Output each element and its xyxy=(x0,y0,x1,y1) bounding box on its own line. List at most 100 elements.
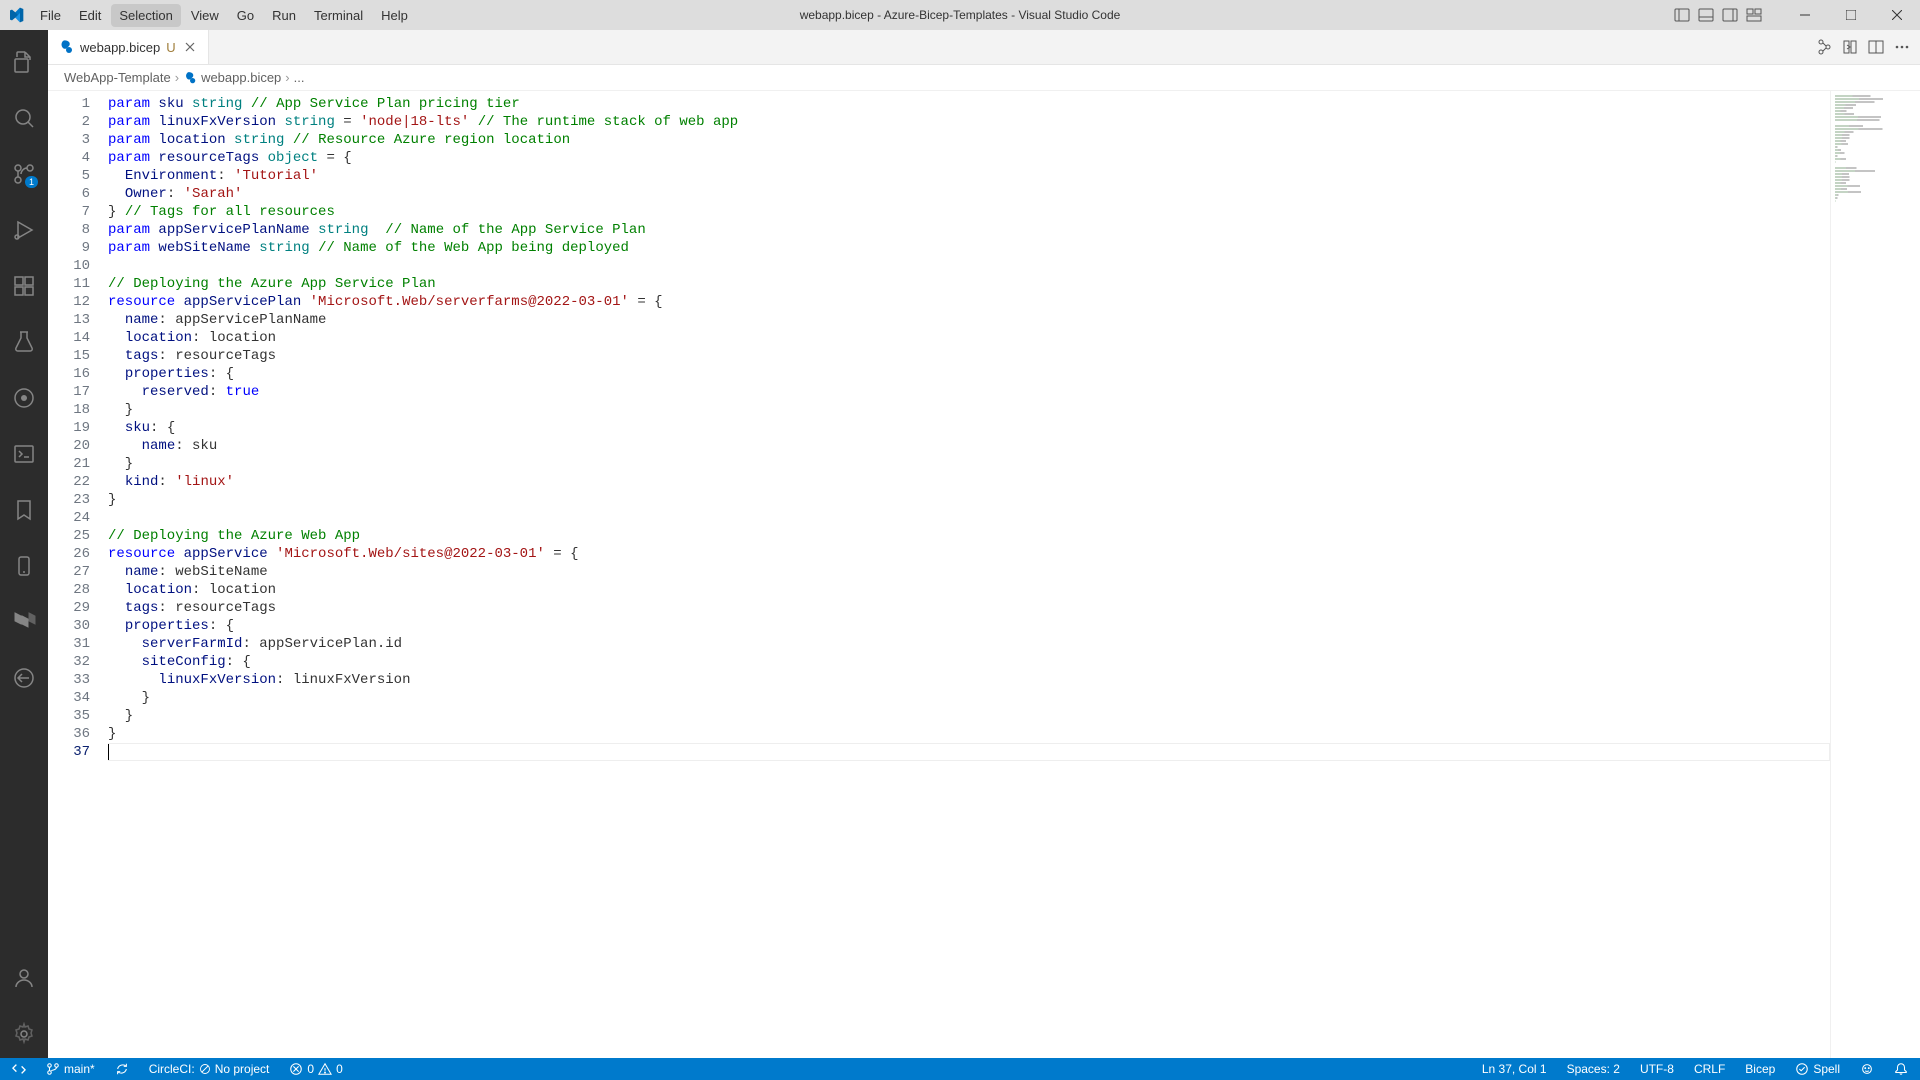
code-content[interactable]: param sku string // App Service Plan pri… xyxy=(108,91,1830,1058)
menu-terminal[interactable]: Terminal xyxy=(306,4,371,27)
code-line[interactable]: } xyxy=(108,707,1830,725)
explorer-activity[interactable] xyxy=(0,38,48,86)
tab-close-button[interactable] xyxy=(182,39,198,55)
problems-status[interactable]: 0 0 xyxy=(285,1058,346,1080)
code-line[interactable]: tags: resourceTags xyxy=(108,599,1830,617)
terminal-activity[interactable] xyxy=(0,430,48,478)
compare-changes-icon[interactable] xyxy=(1842,39,1858,55)
code-line[interactable]: } xyxy=(108,491,1830,509)
menu-file[interactable]: File xyxy=(32,4,69,27)
code-line[interactable]: param webSiteName string // Name of the … xyxy=(108,239,1830,257)
code-line[interactable]: Environment: 'Tutorial' xyxy=(108,167,1830,185)
errors-count: 0 xyxy=(307,1062,314,1076)
extensions-activity[interactable] xyxy=(0,262,48,310)
circleci-activity[interactable] xyxy=(0,374,48,422)
device-activity[interactable] xyxy=(0,542,48,590)
title-bar: File Edit Selection View Go Run Terminal… xyxy=(0,0,1920,30)
cursor-position-status[interactable]: Ln 37, Col 1 xyxy=(1478,1058,1551,1080)
spell-status[interactable]: Spell xyxy=(1791,1058,1844,1080)
menu-help[interactable]: Help xyxy=(373,4,416,27)
toggle-secondary-sidebar-icon[interactable] xyxy=(1722,7,1738,23)
code-line[interactable]: name: appServicePlanName xyxy=(108,311,1830,329)
breadcrumb-trail[interactable]: ... xyxy=(294,70,305,85)
code-line[interactable]: linuxFxVersion: linuxFxVersion xyxy=(108,671,1830,689)
testing-activity[interactable] xyxy=(0,318,48,366)
remote-indicator[interactable] xyxy=(8,1058,30,1080)
code-line[interactable]: } xyxy=(108,725,1830,743)
code-line[interactable]: param appServicePlanName string // Name … xyxy=(108,221,1830,239)
code-line[interactable]: location: location xyxy=(108,329,1830,347)
code-line[interactable]: siteConfig: { xyxy=(108,653,1830,671)
scm-badge: 1 xyxy=(25,176,38,188)
code-line[interactable]: kind: 'linux' xyxy=(108,473,1830,491)
code-line[interactable]: properties: { xyxy=(108,365,1830,383)
line-number: 5 xyxy=(48,167,90,185)
code-line[interactable]: properties: { xyxy=(108,617,1830,635)
terraform-activity[interactable] xyxy=(0,598,48,646)
code-line[interactable]: // Deploying the Azure Web App xyxy=(108,527,1830,545)
git-branch-status[interactable]: main* xyxy=(42,1058,99,1080)
breadcrumb-file[interactable]: webapp.bicep xyxy=(183,70,281,85)
code-line[interactable]: param resourceTags object = { xyxy=(108,149,1830,167)
line-number: 33 xyxy=(48,671,90,689)
code-line[interactable]: } xyxy=(108,689,1830,707)
code-line[interactable]: param location string // Resource Azure … xyxy=(108,131,1830,149)
window-close-button[interactable] xyxy=(1874,0,1920,30)
breadcrumb-root[interactable]: WebApp-Template xyxy=(64,70,171,85)
toggle-panel-icon[interactable] xyxy=(1698,7,1714,23)
feedback-status[interactable] xyxy=(1856,1058,1878,1080)
code-line[interactable]: } xyxy=(108,401,1830,419)
code-line[interactable]: name: webSiteName xyxy=(108,563,1830,581)
run-debug-activity[interactable] xyxy=(0,206,48,254)
split-editor-icon[interactable] xyxy=(1868,39,1884,55)
docker-activity[interactable] xyxy=(0,654,48,702)
code-line[interactable]: sku: { xyxy=(108,419,1830,437)
status-bar: main* CircleCI: No project 0 0 Ln 37, Co… xyxy=(0,1058,1920,1080)
code-line[interactable] xyxy=(108,743,1830,761)
notifications-status[interactable] xyxy=(1890,1058,1912,1080)
code-line[interactable] xyxy=(108,257,1830,275)
window-minimize-button[interactable] xyxy=(1782,0,1828,30)
window-maximize-button[interactable] xyxy=(1828,0,1874,30)
eol-status[interactable]: CRLF xyxy=(1690,1058,1729,1080)
code-line[interactable]: param linuxFxVersion string = 'node|18-l… xyxy=(108,113,1830,131)
encoding-status[interactable]: UTF-8 xyxy=(1636,1058,1678,1080)
minimap[interactable] xyxy=(1830,91,1920,1058)
menu-selection[interactable]: Selection xyxy=(111,4,180,27)
toggle-primary-sidebar-icon[interactable] xyxy=(1674,7,1690,23)
code-editor[interactable]: 1234567891011121314151617181920212223242… xyxy=(48,91,1920,1058)
menu-go[interactable]: Go xyxy=(229,4,262,27)
code-line[interactable]: reserved: true xyxy=(108,383,1830,401)
tab-webapp-bicep[interactable]: webapp.bicep U xyxy=(48,30,209,64)
menu-edit[interactable]: Edit xyxy=(71,4,109,27)
more-actions-icon[interactable] xyxy=(1894,39,1910,55)
code-line[interactable] xyxy=(108,509,1830,527)
code-line[interactable]: serverFarmId: appServicePlan.id xyxy=(108,635,1830,653)
code-line[interactable]: resource appService 'Microsoft.Web/sites… xyxy=(108,545,1830,563)
search-activity[interactable] xyxy=(0,94,48,142)
code-line[interactable]: location: location xyxy=(108,581,1830,599)
customize-layout-icon[interactable] xyxy=(1746,7,1762,23)
code-line[interactable]: } xyxy=(108,455,1830,473)
run-references-icon[interactable] xyxy=(1816,39,1832,55)
sync-status[interactable] xyxy=(111,1058,133,1080)
settings-activity[interactable] xyxy=(0,1010,48,1058)
code-line[interactable]: param sku string // App Service Plan pri… xyxy=(108,95,1830,113)
line-number: 34 xyxy=(48,689,90,707)
menu-run[interactable]: Run xyxy=(264,4,304,27)
code-line[interactable]: resource appServicePlan 'Microsoft.Web/s… xyxy=(108,293,1830,311)
code-line[interactable]: } // Tags for all resources xyxy=(108,203,1830,221)
language-mode-status[interactable]: Bicep xyxy=(1741,1058,1779,1080)
code-line[interactable]: // Deploying the Azure App Service Plan xyxy=(108,275,1830,293)
source-control-activity[interactable]: 1 xyxy=(0,150,48,198)
menu-view[interactable]: View xyxy=(183,4,227,27)
accounts-activity[interactable] xyxy=(0,954,48,1002)
indentation-status[interactable]: Spaces: 2 xyxy=(1563,1058,1624,1080)
code-line[interactable]: name: sku xyxy=(108,437,1830,455)
line-number: 13 xyxy=(48,311,90,329)
bookmarks-activity[interactable] xyxy=(0,486,48,534)
code-line[interactable]: Owner: 'Sarah' xyxy=(108,185,1830,203)
line-number: 2 xyxy=(48,113,90,131)
circleci-status[interactable]: CircleCI: No project xyxy=(145,1058,274,1080)
code-line[interactable]: tags: resourceTags xyxy=(108,347,1830,365)
